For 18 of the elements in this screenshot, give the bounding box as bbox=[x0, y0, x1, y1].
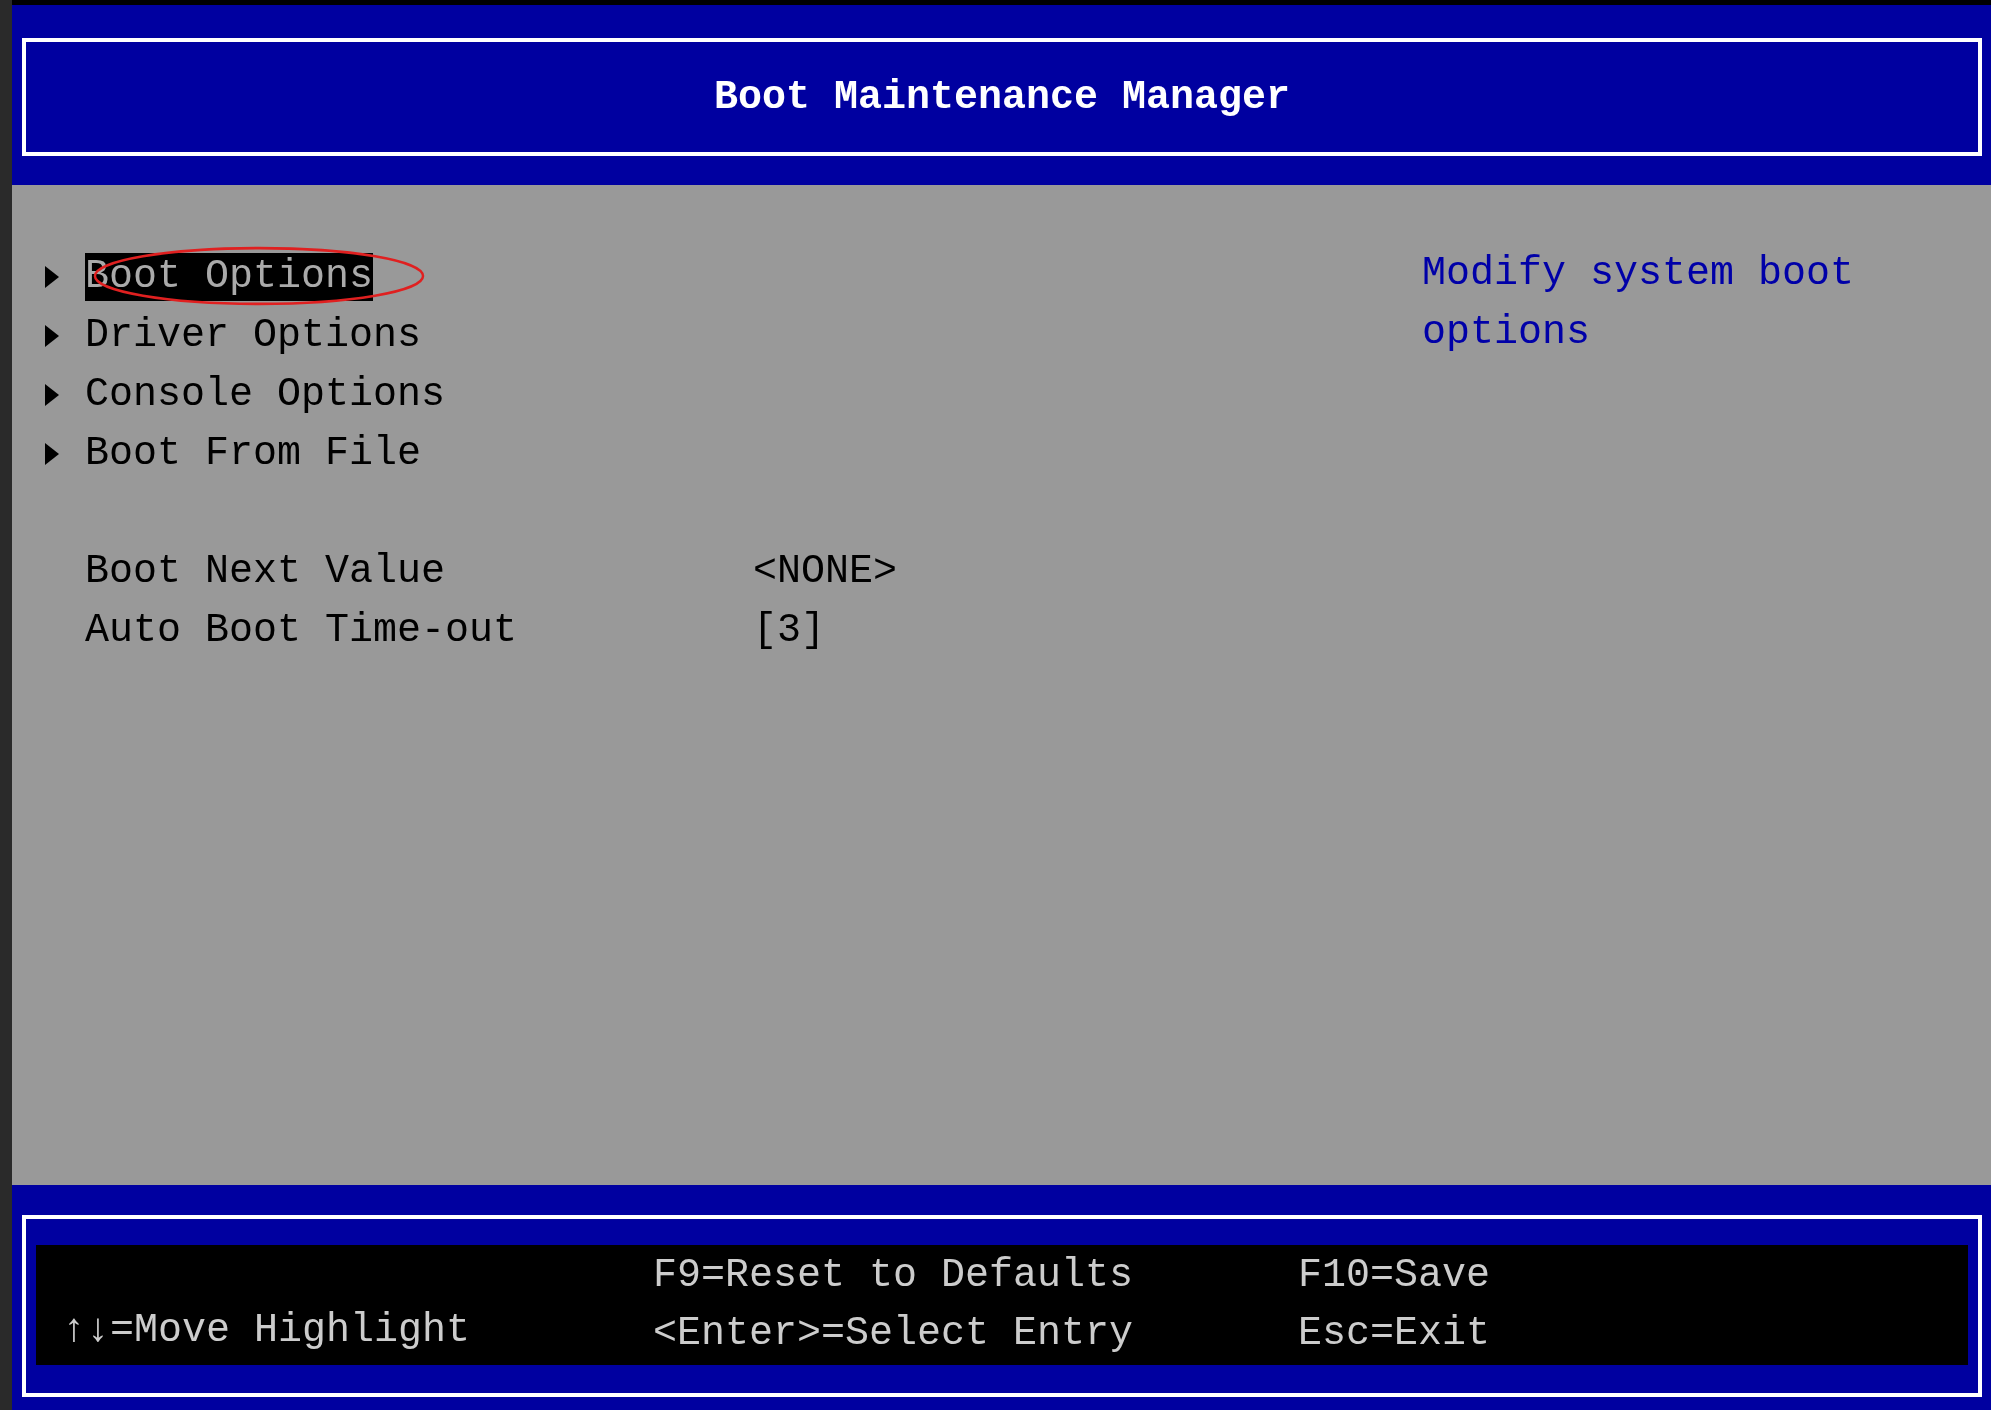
arrow-icon bbox=[45, 324, 59, 347]
key-hint: <Enter>=Select Entry bbox=[653, 1310, 1135, 1358]
setting-label: Boot Next Value bbox=[85, 549, 447, 594]
setting-value[interactable]: <NONE> bbox=[753, 549, 898, 594]
arrow-icon bbox=[45, 442, 59, 465]
window-title: Boot Maintenance Manager bbox=[713, 74, 1291, 120]
menu-item[interactable]: Console Options bbox=[85, 370, 446, 419]
setting-label: Auto Boot Time-out bbox=[85, 608, 519, 653]
key-hint: Esc=Exit bbox=[1298, 1310, 1491, 1358]
key-hint: ↑↓=Move Highlight bbox=[62, 1307, 472, 1355]
arrow-icon bbox=[45, 265, 59, 288]
menu-item[interactable]: Driver Options bbox=[85, 311, 422, 360]
arrow-icon bbox=[45, 383, 59, 406]
key-hint: F9=Reset to Defaults bbox=[653, 1252, 1135, 1300]
help-text: Modify system boot options bbox=[1422, 250, 1856, 357]
menu-item[interactable]: Boot From File bbox=[85, 429, 422, 478]
setting-value[interactable]: [3] bbox=[753, 608, 825, 653]
key-hint: F10=Save bbox=[1298, 1252, 1491, 1300]
